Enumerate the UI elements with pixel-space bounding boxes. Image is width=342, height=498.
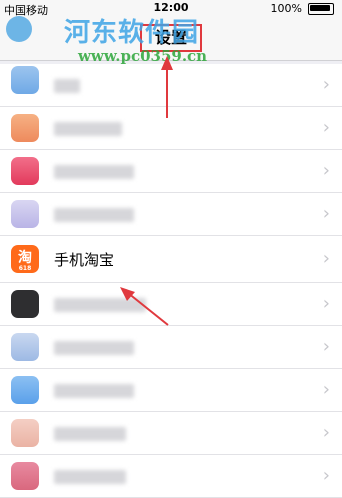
- watermark-logo-icon: [6, 16, 32, 42]
- list-item[interactable]: ›: [0, 455, 342, 498]
- taobao-label: 手机淘宝: [54, 251, 115, 269]
- app-icon: [11, 333, 39, 361]
- list-item[interactable]: ›: [0, 64, 342, 107]
- blurred-label: [54, 341, 134, 355]
- chevron-right-icon: ›: [322, 379, 330, 400]
- taobao-icon-sub: 618: [18, 265, 32, 272]
- blurred-label: [54, 79, 80, 93]
- settings-app-list: › › › › 淘 618 手机淘宝 › › › › › ›: [0, 64, 342, 498]
- chevron-right-icon: ›: [322, 74, 330, 95]
- list-item[interactable]: ›: [0, 193, 342, 236]
- chevron-right-icon: ›: [322, 336, 330, 357]
- app-icon: [11, 157, 39, 185]
- blurred-label: [54, 384, 134, 398]
- list-item[interactable]: ›: [0, 326, 342, 369]
- list-item[interactable]: ›: [0, 150, 342, 193]
- chevron-right-icon: ›: [322, 203, 330, 224]
- app-icon: [11, 200, 39, 228]
- app-icon: [11, 419, 39, 447]
- list-item[interactable]: ›: [0, 107, 342, 150]
- app-icon: [11, 462, 39, 490]
- blurred-label: [54, 470, 126, 484]
- app-icon: [11, 290, 39, 318]
- blurred-label: [54, 122, 122, 136]
- taobao-app-icon: 淘 618: [11, 245, 39, 273]
- blurred-label: [54, 427, 126, 441]
- list-item-taobao[interactable]: 淘 618 手机淘宝 ›: [0, 236, 342, 283]
- chevron-right-icon: ›: [322, 422, 330, 443]
- app-icon: [11, 66, 39, 94]
- chevron-right-icon: ›: [322, 465, 330, 486]
- blurred-label: [54, 165, 134, 179]
- list-item[interactable]: ›: [0, 412, 342, 455]
- chevron-right-icon: ›: [322, 160, 330, 181]
- watermark-url: www.pc0359.cn: [78, 47, 208, 65]
- chevron-right-icon: ›: [322, 248, 330, 269]
- chevron-right-icon: ›: [322, 117, 330, 138]
- list-item[interactable]: ›: [0, 369, 342, 412]
- app-icon: [11, 376, 39, 404]
- battery-icon: [308, 3, 334, 15]
- chevron-right-icon: ›: [322, 293, 330, 314]
- blurred-label: [54, 298, 146, 312]
- list-item[interactable]: ›: [0, 283, 342, 326]
- blurred-label: [54, 208, 134, 222]
- battery-percent: 100%: [270, 2, 302, 15]
- app-icon: [11, 114, 39, 142]
- watermark-text: 河东软件园: [64, 18, 200, 48]
